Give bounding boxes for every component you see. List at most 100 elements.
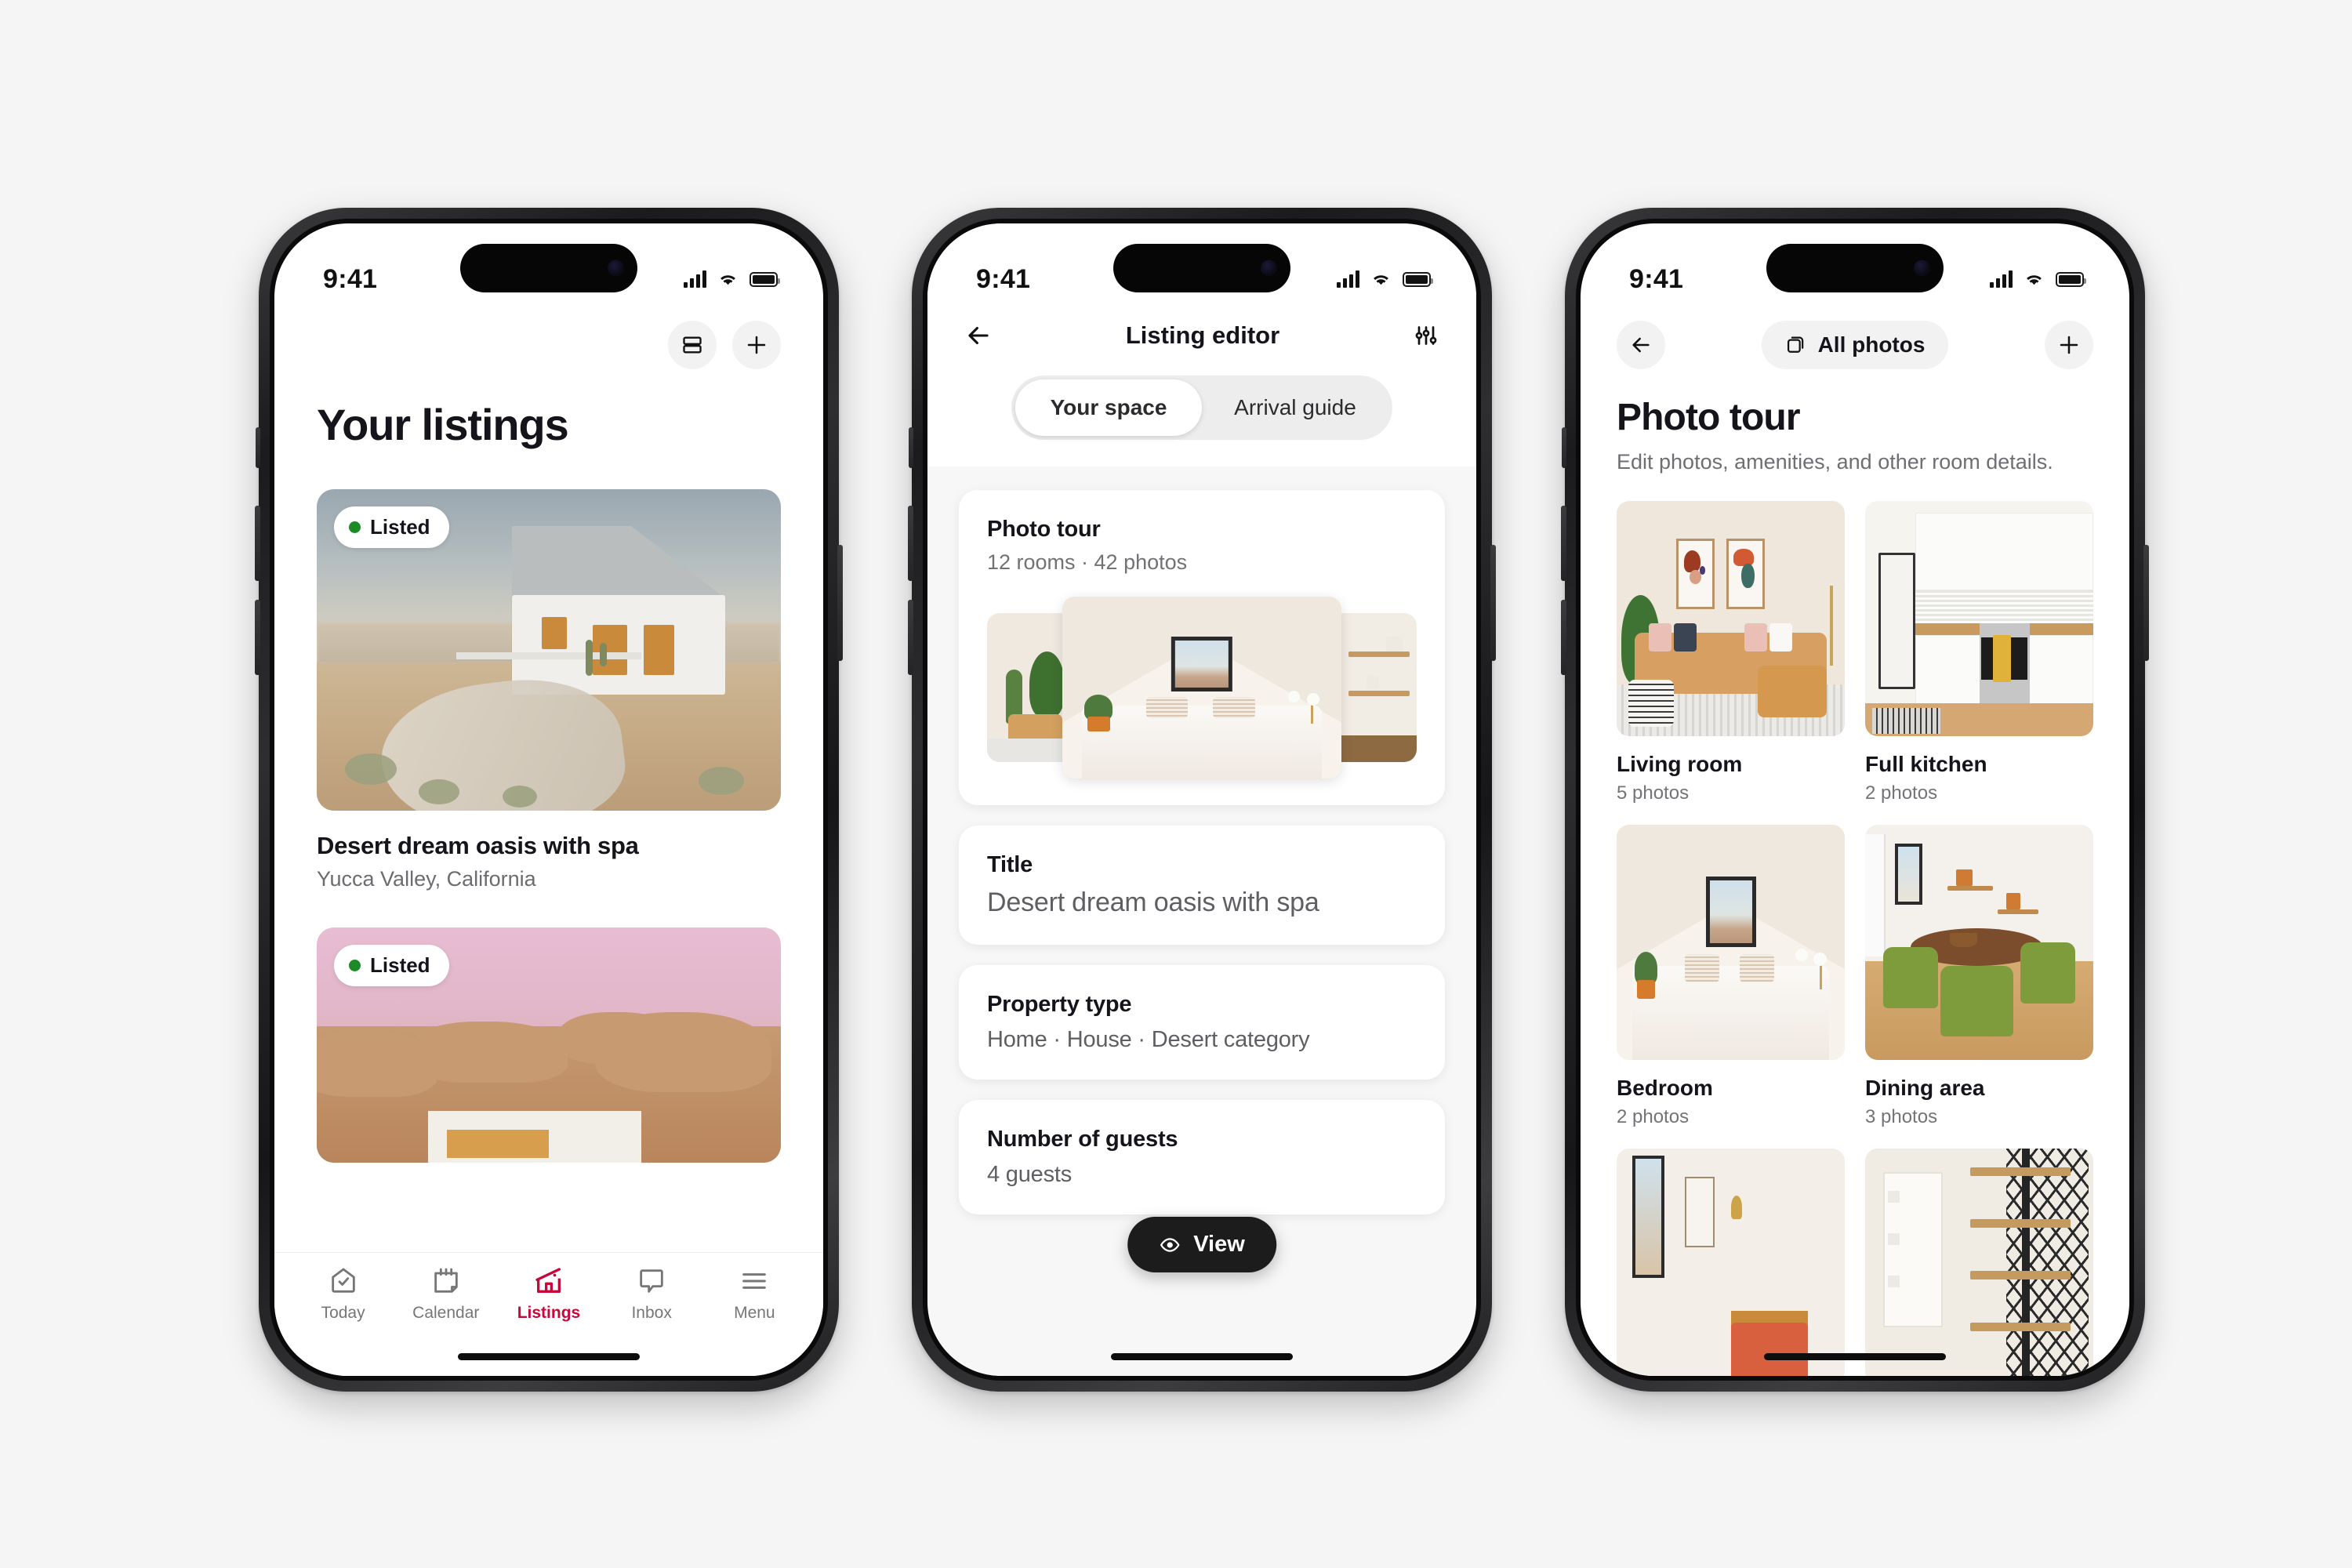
tab-inbox[interactable]: Inbox	[604, 1265, 699, 1323]
mute-switch[interactable]	[1562, 427, 1566, 468]
room-photo-living-room[interactable]	[1617, 501, 1845, 736]
power-button[interactable]	[1490, 545, 1496, 661]
mute-switch[interactable]	[909, 427, 913, 468]
listings-house-icon	[535, 1268, 561, 1293]
listing-location: Yucca Valley, California	[317, 867, 536, 891]
plus-icon	[747, 336, 766, 354]
room-card-bedroom[interactable]: Bedroom 2 photos	[1617, 825, 1845, 1128]
property-type-card[interactable]: Property type Home · House · Desert cate…	[959, 965, 1445, 1080]
room-photo-full-kitchen[interactable]	[1865, 501, 2093, 736]
screen-your-listings: 9:41 Your listings Listed Desert dream o…	[274, 223, 823, 1376]
segment-your-space[interactable]: Your space	[1015, 379, 1202, 436]
power-button[interactable]	[837, 545, 843, 661]
status-time: 9:41	[1629, 263, 1684, 294]
phone-device-listings: 9:41 Your listings Listed Desert dream o…	[255, 208, 843, 1392]
room-name: Dining area	[1865, 1076, 1985, 1100]
room-name: Bedroom	[1617, 1076, 1713, 1100]
cellular-signal-icon	[684, 270, 706, 288]
room-photo-dining-area[interactable]	[1865, 825, 2093, 1060]
tab-label: Listings	[517, 1304, 581, 1322]
status-badge: Listed	[334, 506, 449, 548]
all-photos-button[interactable]: All photos	[1761, 321, 1949, 369]
volume-down-button[interactable]	[1561, 600, 1566, 675]
listing-card[interactable]: Listed Desert dream oasis with spa Yucca…	[317, 489, 781, 891]
settings-button[interactable]	[1412, 321, 1440, 350]
room-card-living-room[interactable]: Living room 5 photos	[1617, 501, 1845, 804]
screen-listing-editor: 9:41 Listing editor Your space Arrival g…	[927, 223, 1476, 1376]
carousel-slide-bedroom[interactable]	[1062, 597, 1341, 779]
status-dot-icon	[349, 960, 361, 971]
listing-photo-desert-house[interactable]: Listed	[317, 489, 781, 811]
phone-bezel: 9:41	[270, 219, 828, 1381]
status-bar: 9:41	[1581, 223, 2129, 318]
battery-icon	[1403, 271, 1433, 287]
page-title: Photo tour	[1617, 397, 1801, 438]
tab-label: Menu	[734, 1304, 775, 1322]
photo-tour-card[interactable]: Photo tour 12 rooms · 42 photos	[959, 490, 1445, 805]
back-button[interactable]	[1617, 321, 1665, 369]
add-photo-button[interactable]	[2045, 321, 2093, 369]
wifi-icon	[2027, 275, 2042, 285]
segment-arrival-guide[interactable]: Arrival guide	[1202, 379, 1388, 436]
room-photo-bedroom[interactable]	[1617, 825, 1845, 1060]
home-indicator[interactable]	[458, 1353, 640, 1360]
cellular-signal-icon	[1990, 270, 2013, 288]
room-name: Full kitchen	[1865, 752, 1987, 776]
tab-label: Inbox	[631, 1304, 672, 1322]
volume-down-button[interactable]	[908, 600, 913, 675]
room-photo-count: 2 photos	[1865, 782, 1938, 804]
dynamic-island	[460, 244, 637, 292]
screen-photo-tour: 9:41 All photos Photo tour Edit photos, …	[1581, 223, 2129, 1376]
volume-up-button[interactable]	[908, 506, 913, 581]
volume-down-button[interactable]	[255, 600, 260, 675]
room-photo-hallway[interactable]	[1617, 1149, 1845, 1376]
status-badge-label: Listed	[370, 953, 430, 977]
tab-calendar[interactable]: Calendar	[399, 1265, 493, 1323]
plus-icon	[2060, 336, 2078, 354]
back-button[interactable]	[964, 321, 993, 350]
room-card-partial-stairs[interactable]	[1865, 1149, 2093, 1376]
dynamic-island	[1766, 244, 1944, 292]
room-photo-stairs[interactable]	[1865, 1149, 2093, 1376]
tab-today[interactable]: Today	[296, 1265, 390, 1323]
title-card[interactable]: Title Desert dream oasis with spa	[959, 826, 1445, 945]
wifi-icon	[720, 275, 735, 285]
editor-card-list: Photo tour 12 rooms · 42 photos Title De…	[927, 466, 1476, 1214]
layout-toggle-button[interactable]	[668, 321, 717, 369]
battery-icon	[750, 271, 780, 287]
editor-nav-bar: Listing editor	[927, 318, 1476, 350]
volume-up-button[interactable]	[1561, 506, 1566, 581]
wifi-icon	[1374, 275, 1388, 285]
mute-switch[interactable]	[256, 427, 260, 468]
room-grid: Living room 5 photos Full kitchen 2 phot…	[1581, 474, 2129, 1376]
listing-card[interactable]: Listed	[317, 927, 781, 1163]
tab-label: Calendar	[412, 1304, 480, 1322]
eye-icon	[1160, 1237, 1180, 1252]
home-indicator[interactable]	[1111, 1353, 1293, 1360]
home-indicator[interactable]	[1764, 1353, 1946, 1360]
card-heading: Photo tour	[987, 517, 1101, 542]
arrow-left-icon	[1632, 337, 1650, 353]
listing-name: Desert dream oasis with spa	[317, 832, 639, 859]
status-icons	[1990, 253, 2086, 288]
status-bar: 9:41	[927, 223, 1476, 318]
view-button[interactable]: View	[1127, 1217, 1276, 1272]
phone-device-photo-tour: 9:41 All photos Photo tour Edit photos, …	[1561, 208, 2149, 1392]
volume-up-button[interactable]	[255, 506, 260, 581]
status-bar: 9:41	[274, 223, 823, 318]
listing-photo-pink-sky[interactable]: Listed	[317, 927, 781, 1163]
tab-listings[interactable]: Listings	[502, 1265, 596, 1323]
number-of-guests-card[interactable]: Number of guests 4 guests	[959, 1100, 1445, 1214]
tab-menu[interactable]: Menu	[707, 1265, 801, 1323]
room-card-full-kitchen[interactable]: Full kitchen 2 photos	[1865, 501, 2093, 804]
power-button[interactable]	[2143, 545, 2149, 661]
editor-segmented-control: Your space Arrival guide	[927, 350, 1476, 440]
room-card-dining-area[interactable]: Dining area 3 photos	[1865, 825, 2093, 1128]
listings-list: Listed Desert dream oasis with spa Yucca…	[274, 450, 823, 1163]
room-photo-count: 5 photos	[1617, 782, 1690, 804]
add-listing-button[interactable]	[732, 321, 781, 369]
photo-carousel[interactable]	[987, 597, 1417, 779]
status-badge: Listed	[334, 945, 449, 986]
tab-label: Today	[321, 1304, 365, 1322]
room-card-partial-hallway[interactable]	[1617, 1149, 1845, 1376]
